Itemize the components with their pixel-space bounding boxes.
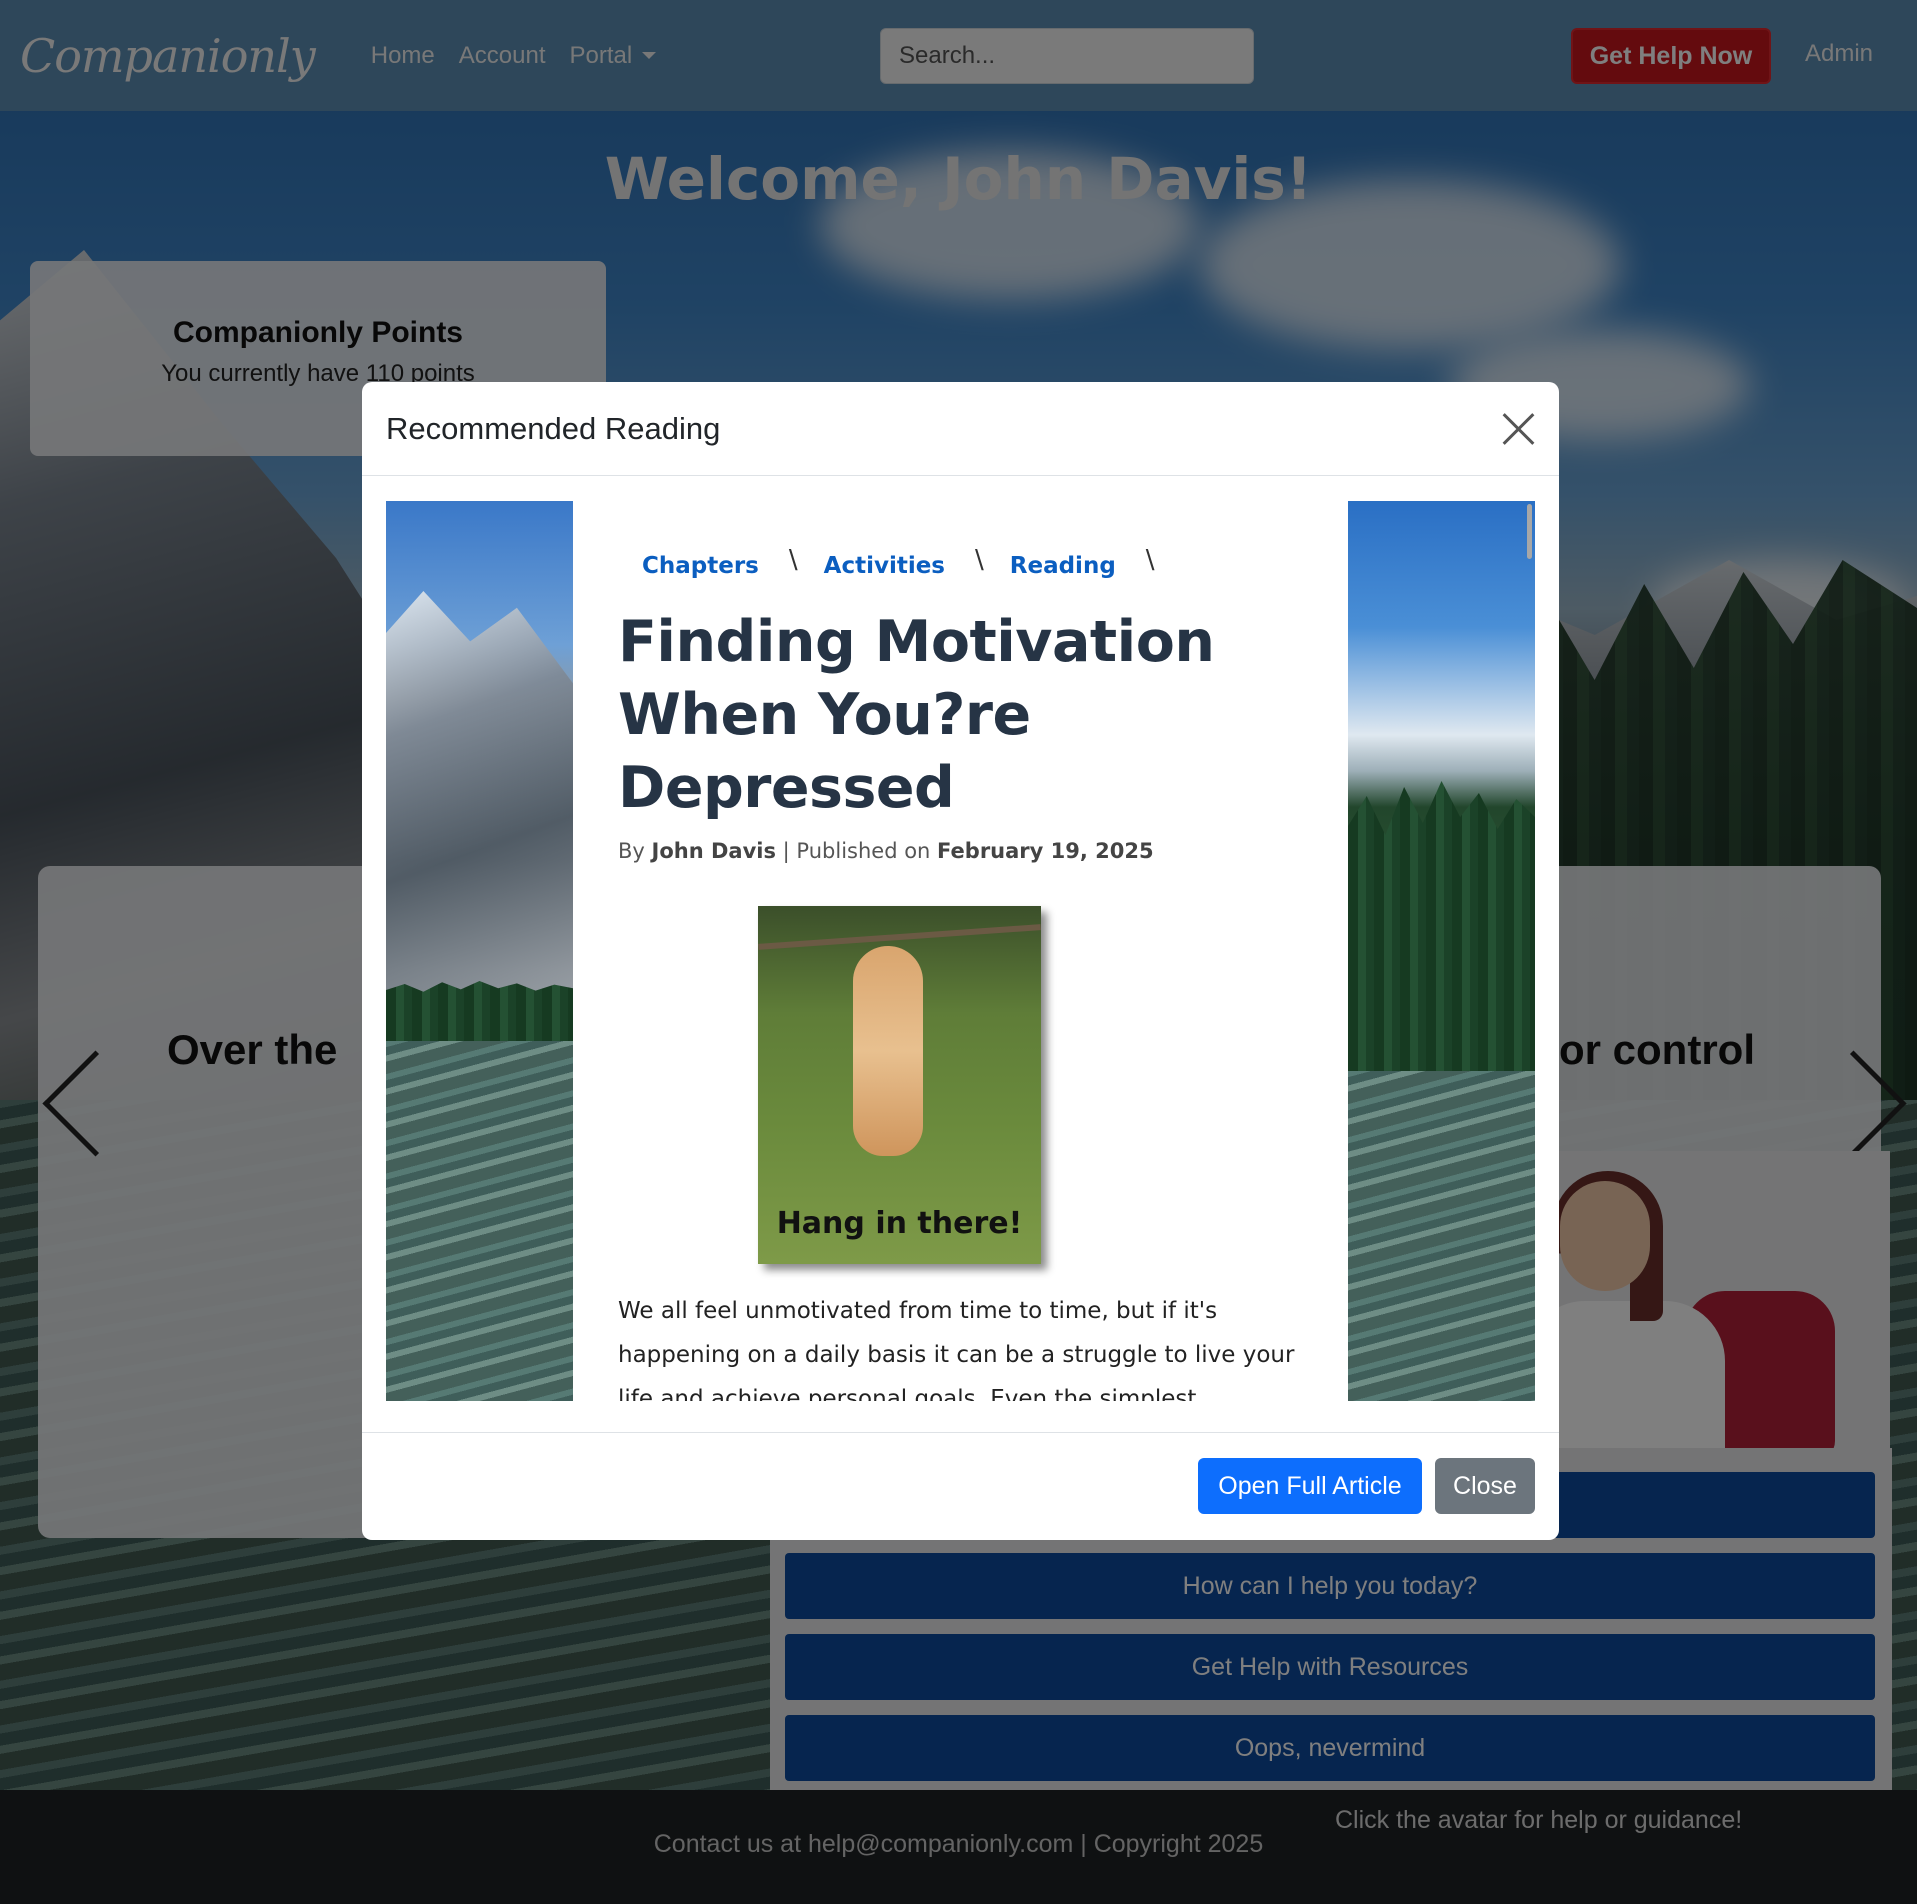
kitten-illustration [853,946,923,1156]
article-preview: Chapters \ Activities \ Reading \ Findin… [618,501,1308,1401]
modal-title: Recommended Reading [386,410,721,446]
mountain-lake-image-right [1348,501,1535,1401]
modal-footer: Open Full Article Close [362,1432,1559,1540]
published-label: | Published on [782,839,931,863]
breadcrumb: Chapters \ Activities \ Reading \ [642,545,1181,579]
article-image: Hang in there! [758,906,1041,1264]
article-date: February 19, 2025 [937,839,1154,863]
mountain-lake-image-left [386,501,573,1401]
article-byline: By John Davis | Published on February 19… [618,839,1154,863]
article-title: Finding Motivation When You?re Depressed [618,609,1215,821]
article-body-text: We all feel unmotivated from time to tim… [618,1298,1295,1401]
image-caption: Hang in there! [776,1206,1023,1241]
crumb-chapters[interactable]: Chapters [642,553,759,579]
crumb-separator: \ [975,545,984,575]
open-full-article-button[interactable]: Open Full Article [1198,1458,1422,1514]
crumb-separator: \ [788,545,798,575]
article-author: John Davis [651,839,776,863]
crumb-separator: \ [1145,545,1155,575]
recommended-reading-modal: Recommended Reading Chapters \ Activitie… [362,382,1559,1540]
modal-header: Recommended Reading [362,382,1559,476]
crumb-reading[interactable]: Reading [1010,553,1116,579]
close-icon[interactable] [1499,410,1537,448]
byline-prefix: By [618,839,645,863]
modal-body[interactable]: Chapters \ Activities \ Reading \ Findin… [386,501,1535,1401]
scrollbar[interactable] [1527,504,1532,559]
close-button[interactable]: Close [1435,1458,1535,1514]
crumb-activities[interactable]: Activities [824,553,945,579]
